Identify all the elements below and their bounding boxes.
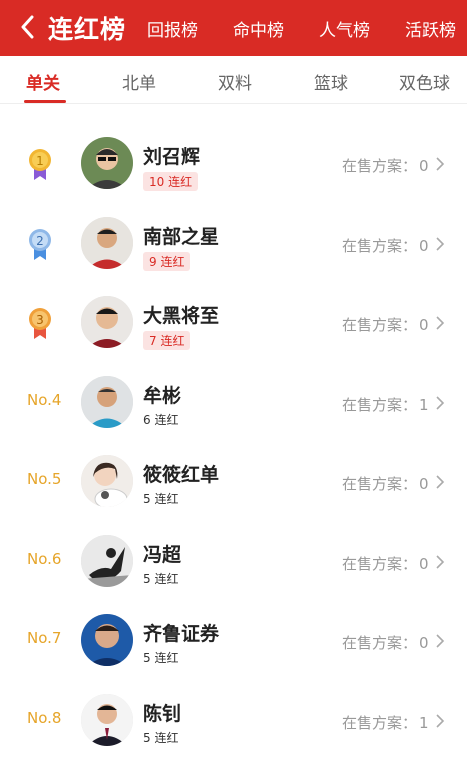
- on-sale-count[interactable]: 在售方案： 1: [340, 712, 429, 733]
- chevron-right-icon: [436, 713, 445, 728]
- sale-value: 0: [419, 634, 429, 652]
- chevron-right-icon: [436, 634, 445, 648]
- list-item[interactable]: No.8 陈钊 5 连红 在售方案： 1: [0, 677, 467, 757]
- on-sale-count[interactable]: 在售方案： 0: [340, 235, 429, 256]
- on-sale-count[interactable]: 在售方案： 0: [340, 473, 429, 494]
- sale-value: 1: [419, 395, 429, 414]
- user-name[interactable]: 南部之星: [143, 222, 219, 249]
- rank-number: No.7: [27, 629, 62, 647]
- streak-badge: 7 连红: [143, 331, 191, 350]
- avatar[interactable]: [81, 614, 133, 666]
- on-sale-count[interactable]: 在售方案： 0: [340, 314, 429, 335]
- streak-badge: 5 连红: [143, 730, 179, 745]
- sale-value: 0: [419, 157, 429, 175]
- rank-number: No.6: [27, 549, 62, 568]
- chevron-right-icon: [436, 475, 445, 489]
- sale-label: 在售方案：: [342, 475, 418, 493]
- tab-lottery[interactable]: 双色球: [399, 69, 450, 94]
- svg-text:2: 2: [36, 234, 44, 248]
- streak-badge: 5 连红: [143, 651, 179, 665]
- nav-return-ranking[interactable]: 回报榜: [147, 16, 198, 41]
- sale-label: 在售方案：: [342, 713, 418, 732]
- nav-popular-ranking[interactable]: 人气榜: [319, 16, 370, 41]
- sale-value: 1: [419, 713, 429, 732]
- user-name[interactable]: 大黑将至: [143, 301, 219, 328]
- sale-label: 在售方案：: [342, 236, 418, 255]
- sale-label: 在售方案：: [342, 316, 418, 334]
- svg-text:3: 3: [36, 313, 44, 327]
- sale-value: 0: [419, 316, 429, 334]
- avatar[interactable]: [81, 455, 133, 507]
- user-name[interactable]: 冯超: [143, 540, 181, 567]
- streak-badge: 5 连红: [143, 571, 179, 586]
- tab-single[interactable]: 单关: [26, 69, 60, 94]
- rank-number: No.5: [27, 470, 62, 488]
- streak-badge: 9 连红: [143, 251, 191, 271]
- list-item[interactable]: No.6 冯超 5 连红 在售方案： 0: [0, 518, 467, 598]
- user-name[interactable]: 筱筱红单: [143, 460, 219, 487]
- rank-number: No.4: [27, 390, 62, 409]
- avatar[interactable]: [81, 137, 133, 189]
- tab-double[interactable]: 双料: [218, 69, 252, 94]
- list-item[interactable]: 1 刘召辉 10 连红 在售方案： 0: [0, 120, 467, 200]
- on-sale-count[interactable]: 在售方案： 0: [340, 155, 429, 176]
- app-header: 连红榜 回报榜 命中榜 人气榜 活跃榜: [0, 0, 467, 56]
- svg-text:1: 1: [36, 154, 44, 168]
- streak-badge: 6 连红: [143, 412, 179, 427]
- silver-medal-icon: 2: [24, 226, 64, 262]
- avatar[interactable]: [81, 296, 133, 348]
- chevron-right-icon: [436, 236, 445, 251]
- user-name[interactable]: 齐鲁证券: [143, 619, 219, 646]
- nav-active-ranking[interactable]: 活跃榜: [405, 16, 456, 41]
- avatar[interactable]: [81, 693, 133, 746]
- avatar[interactable]: [81, 216, 133, 269]
- gold-medal-icon: 1: [24, 146, 64, 182]
- list-item[interactable]: No.5 筱筱红单 5 连红 在售方案： 0: [0, 438, 467, 518]
- chevron-right-icon: [436, 157, 445, 171]
- user-name[interactable]: 陈钊: [143, 699, 181, 726]
- list-item[interactable]: 3 大黑将至 7 连红 在售方案： 0: [0, 279, 467, 359]
- user-name[interactable]: 刘召辉: [143, 142, 200, 169]
- avatar[interactable]: [81, 534, 133, 587]
- nav-hit-ranking[interactable]: 命中榜: [233, 16, 284, 41]
- list-item[interactable]: No.4 牟彬 6 连红 在售方案： 1: [0, 359, 467, 439]
- ranking-list: 1 刘召辉 10 连红 在售方案： 0 2 南部之星 9 连红 在售方案： 0 …: [0, 120, 467, 756]
- sale-value: 0: [419, 554, 429, 573]
- list-item[interactable]: No.7 齐鲁证券 5 连红 在售方案： 0: [0, 597, 467, 677]
- streak-badge: 5 连红: [143, 492, 179, 506]
- page-title: 连红榜: [48, 15, 127, 44]
- active-tab-indicator: [24, 100, 66, 103]
- sale-label: 在售方案：: [342, 395, 418, 414]
- back-button[interactable]: [14, 13, 42, 41]
- on-sale-count[interactable]: 在售方案： 0: [340, 553, 429, 574]
- list-item[interactable]: 2 南部之星 9 连红 在售方案： 0: [0, 200, 467, 280]
- chevron-right-icon: [436, 316, 445, 330]
- sale-label: 在售方案：: [342, 554, 418, 573]
- on-sale-count[interactable]: 在售方案： 1: [340, 394, 429, 415]
- tab-beidan[interactable]: 北单: [122, 69, 156, 94]
- sale-value: 0: [419, 236, 429, 255]
- streak-badge: 10 连红: [143, 172, 199, 191]
- chevron-right-icon: [436, 554, 445, 569]
- avatar[interactable]: [81, 375, 133, 428]
- sale-label: 在售方案：: [342, 157, 418, 175]
- tab-basketball[interactable]: 篮球: [314, 69, 348, 94]
- bronze-medal-icon: 3: [24, 305, 64, 341]
- on-sale-count[interactable]: 在售方案： 0: [340, 632, 429, 653]
- sale-label: 在售方案：: [342, 634, 418, 652]
- user-name[interactable]: 牟彬: [143, 381, 181, 408]
- chevron-left-icon: [21, 15, 34, 39]
- sale-value: 0: [419, 475, 429, 493]
- chevron-right-icon: [436, 395, 445, 410]
- category-tabs: 单关 北单 双料 篮球 双色球: [0, 56, 467, 104]
- rank-number: No.8: [27, 708, 62, 727]
